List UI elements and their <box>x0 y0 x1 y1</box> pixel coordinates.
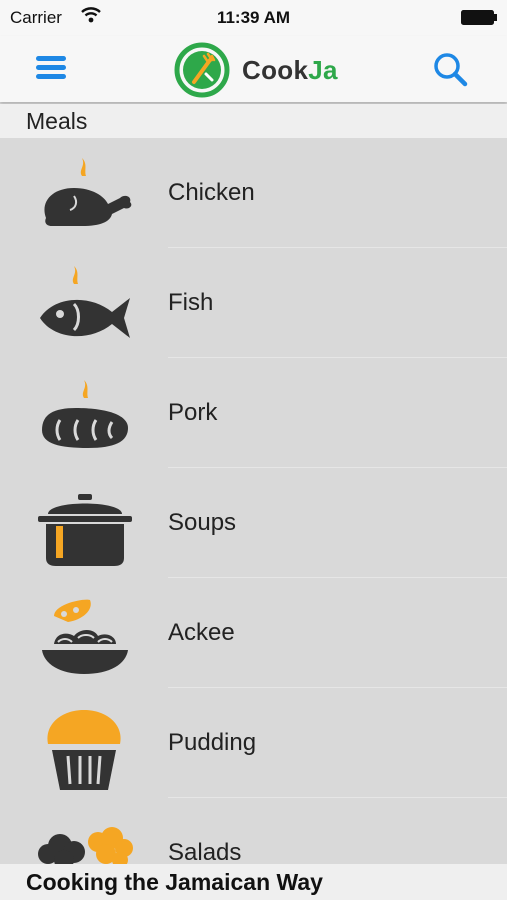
ackee-bowl-icon <box>42 599 128 674</box>
list-item-soups[interactable]: Soups <box>0 468 507 578</box>
status-bar: Carrier 11:39 AM <box>0 0 507 36</box>
battery-icon <box>461 10 497 25</box>
soup-pot-icon <box>38 494 132 566</box>
meal-label: Salads <box>168 839 242 864</box>
search-icon <box>434 53 468 87</box>
logo-text: CookJa <box>242 55 338 85</box>
meal-list[interactable]: Chicken Fish Pork Soups Ackee Pudding Sa… <box>0 138 507 864</box>
pork-icon <box>42 380 128 448</box>
list-item-salads[interactable]: Salads <box>0 798 507 864</box>
section-header: Meals <box>0 104 507 138</box>
list-item-fish[interactable]: Fish <box>0 248 507 358</box>
pudding-cupcake-icon <box>47 710 121 790</box>
section-title: Meals <box>26 108 88 134</box>
meal-label: Soups <box>168 509 237 536</box>
meal-label: Pudding <box>168 729 257 756</box>
salad-icon <box>38 827 133 864</box>
roast-chicken-icon <box>44 158 132 226</box>
list-item-pork[interactable]: Pork <box>0 358 507 468</box>
meal-label: Fish <box>168 289 214 316</box>
cookja-logo-icon <box>174 42 230 98</box>
meal-label: Chicken <box>168 179 255 206</box>
footer-text: Cooking the Jamaican Way <box>26 869 323 895</box>
search-button[interactable] <box>430 50 470 90</box>
list-item-ackee[interactable]: Ackee <box>0 578 507 688</box>
meal-label: Ackee <box>168 619 235 646</box>
meal-label: Pork <box>168 399 218 426</box>
menu-button[interactable] <box>36 52 68 84</box>
list-item-chicken[interactable]: Chicken <box>0 138 507 248</box>
list-item-pudding[interactable]: Pudding <box>0 688 507 798</box>
fish-icon <box>40 266 130 338</box>
app-logo: CookJa <box>174 42 344 98</box>
status-time: 11:39 AM <box>216 8 291 27</box>
navigation-bar: CookJa <box>0 36 507 102</box>
footer-bar: Cooking the Jamaican Way <box>0 864 507 900</box>
